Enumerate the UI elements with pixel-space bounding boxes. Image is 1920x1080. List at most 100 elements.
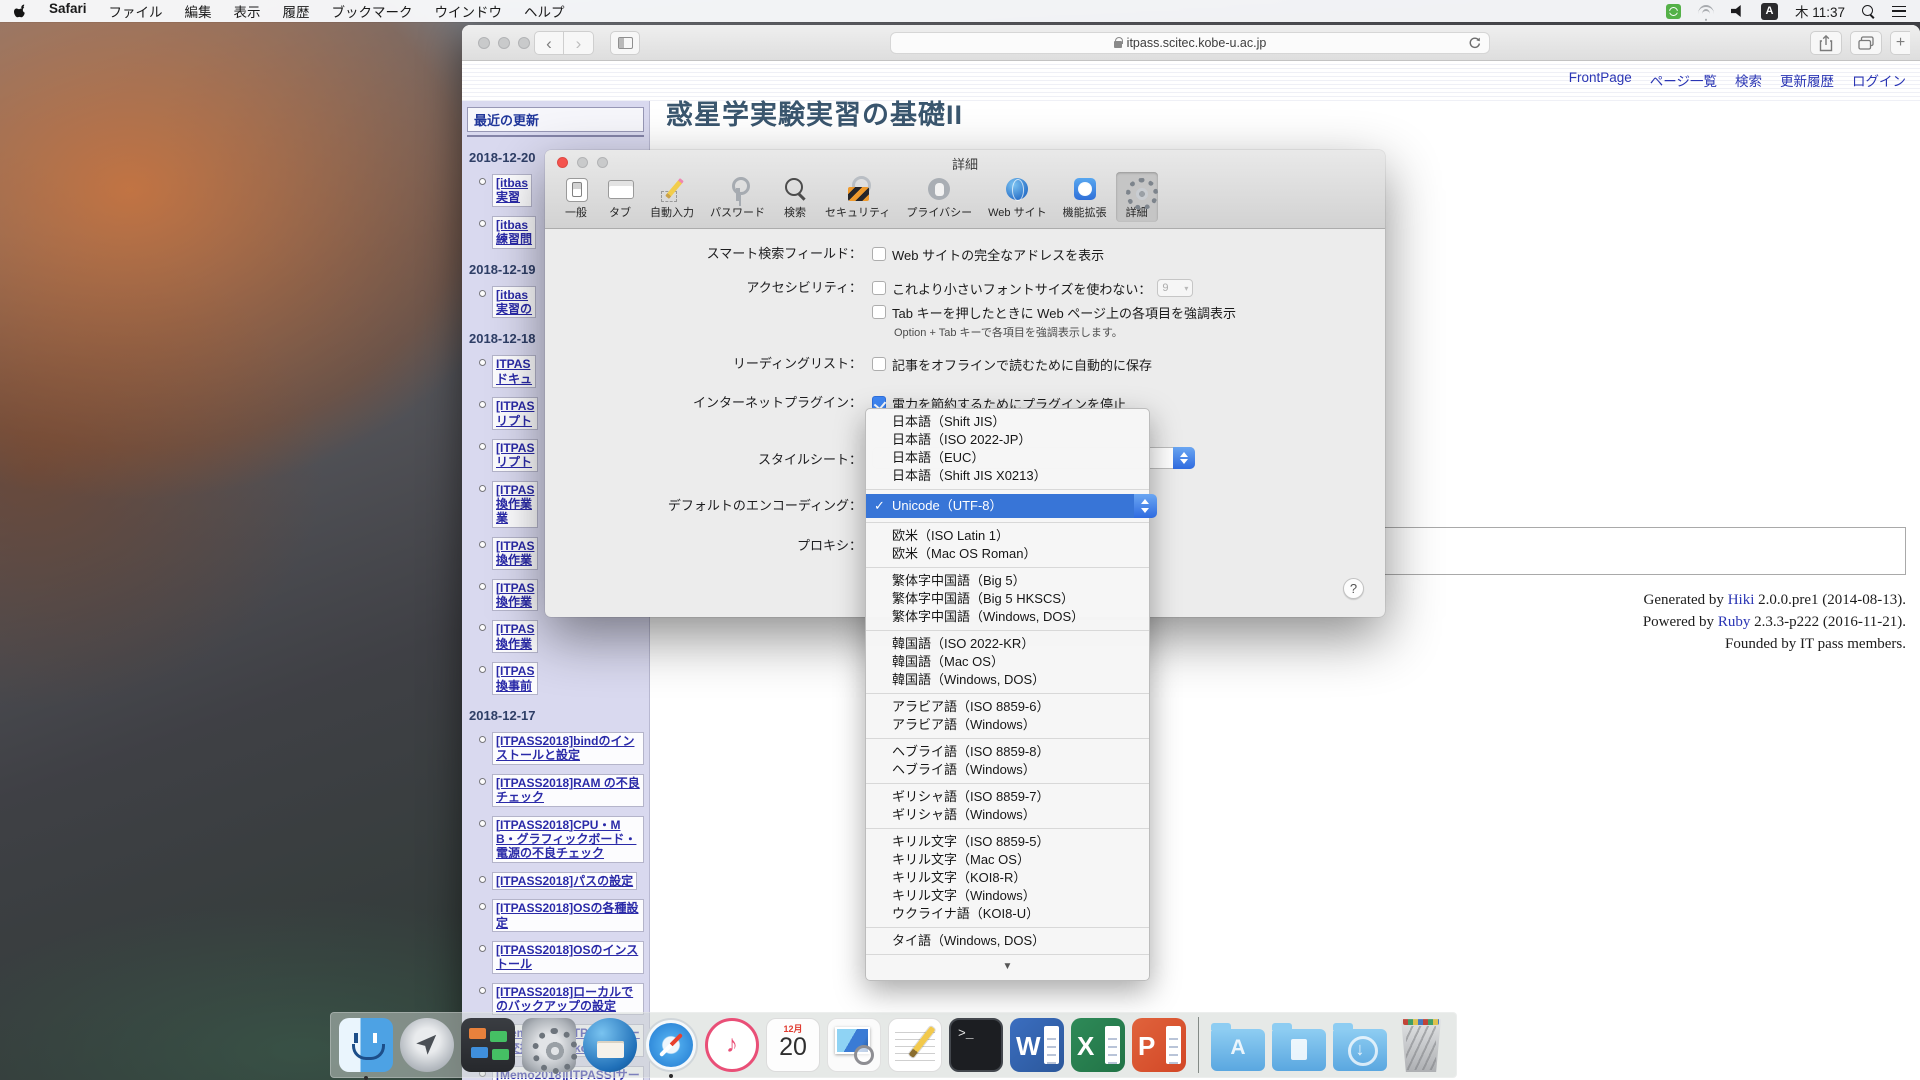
- dock-item[interactable]: [461, 1018, 515, 1072]
- dock-item[interactable]: [827, 1018, 881, 1072]
- dock-item[interactable]: [1198, 1017, 1199, 1073]
- encoding-menu-item[interactable]: ギリシャ語（Windows）: [866, 806, 1149, 824]
- dock-item[interactable]: ↓: [1333, 1029, 1387, 1071]
- apple-menu-icon[interactable]: [14, 3, 28, 19]
- wiki-page-link[interactable]: [ITPASS2018]CPU・MB・グラフィックボード・電源の不良チェック: [492, 816, 644, 863]
- preferences-tab[interactable]: 自動入力: [643, 172, 701, 222]
- dock-item[interactable]: >_: [949, 1018, 1003, 1072]
- min-font-size-checkbox[interactable]: [872, 281, 886, 295]
- encoding-menu-item[interactable]: アラビア語（Windows）: [866, 716, 1149, 734]
- menu-item[interactable]: ファイル: [98, 1, 174, 21]
- encoding-menu-item[interactable]: ヘブライ語（ISO 8859-8）: [866, 743, 1149, 761]
- preferences-tab[interactable]: パスワード: [703, 172, 772, 222]
- encoding-menu-item[interactable]: [866, 927, 1149, 928]
- dock-item[interactable]: W: [1010, 1018, 1064, 1072]
- minimize-window-button[interactable]: [498, 37, 510, 49]
- tab-overview-button[interactable]: [1850, 31, 1882, 55]
- encoding-menu-item[interactable]: 繁体字中国語（Big 5 HKSCS）: [866, 590, 1149, 608]
- encoding-menu-item[interactable]: [866, 738, 1149, 739]
- wiki-page-link[interactable]: [ITPASS2018]OSの各種設定: [492, 899, 644, 932]
- encoding-menu-item[interactable]: 日本語（EUC）: [866, 449, 1149, 467]
- dock-item[interactable]: [1394, 1018, 1448, 1072]
- menu-item[interactable]: ヘルプ: [513, 1, 576, 21]
- encoding-menu-item[interactable]: [866, 783, 1149, 784]
- footer-link[interactable]: Hiki: [1728, 592, 1755, 608]
- encoding-menu-item[interactable]: ヘブライ語（Windows）: [866, 761, 1149, 779]
- preferences-tab[interactable]: プライバシー: [899, 172, 979, 222]
- wiki-page-link[interactable]: [ITPASS2018]OSのインストール: [492, 941, 644, 974]
- sidebar-toggle-button[interactable]: [610, 31, 640, 55]
- encoding-menu-item[interactable]: [866, 489, 1149, 490]
- encoding-menu-item[interactable]: 日本語（ISO 2022-JP）: [866, 431, 1149, 449]
- wiki-page-link[interactable]: [ITPAS 換作業: [492, 579, 538, 612]
- encoding-menu-item[interactable]: [866, 522, 1149, 523]
- reload-icon[interactable]: [1468, 37, 1481, 53]
- encoding-menu-item[interactable]: キリル文字（KOI8-R）: [866, 869, 1149, 887]
- dock-item[interactable]: P: [1132, 1018, 1186, 1072]
- dock-item[interactable]: [644, 1018, 698, 1072]
- encoding-menu-item[interactable]: ✓ Unicode（UTF-8）: [866, 494, 1149, 518]
- encoding-menu-item[interactable]: タイ語（Windows, DOS）: [866, 932, 1149, 950]
- dock-item[interactable]: [583, 1018, 637, 1072]
- wiki-page-link[interactable]: [itbas 練習問: [492, 216, 536, 249]
- preferences-tab[interactable]: タブ: [599, 172, 641, 222]
- dock-item[interactable]: 12月 20: [766, 1018, 820, 1072]
- volume-icon[interactable]: [1731, 5, 1744, 17]
- encoding-menu-item[interactable]: [866, 567, 1149, 568]
- encoding-menu-item[interactable]: 韓国語（Mac OS）: [866, 653, 1149, 671]
- preferences-tab[interactable]: 検索: [774, 172, 816, 222]
- preferences-tab[interactable]: 一般: [555, 172, 597, 222]
- preferences-tab[interactable]: Web サイト: [981, 172, 1053, 222]
- back-button[interactable]: ‹: [534, 31, 564, 55]
- dock-item[interactable]: [400, 1018, 454, 1072]
- address-bar[interactable]: itpass.scitec.kobe-u.ac.jp: [890, 32, 1490, 54]
- dock-item[interactable]: [522, 1018, 576, 1072]
- dock-item[interactable]: X: [1071, 1018, 1125, 1072]
- antivirus-status-icon[interactable]: [1666, 4, 1681, 19]
- encoding-menu-item[interactable]: キリル文字（ISO 8859-5）: [866, 833, 1149, 851]
- forward-button[interactable]: ›: [564, 31, 594, 55]
- input-source-icon[interactable]: A: [1761, 3, 1778, 20]
- wiki-page-link[interactable]: [ITPASS2018]パスの設定: [492, 872, 637, 890]
- preferences-tab[interactable]: 詳細: [1116, 172, 1158, 222]
- menu-item[interactable]: 表示: [223, 1, 272, 21]
- encoding-menu-item[interactable]: [866, 954, 1149, 955]
- wiki-page-link[interactable]: [ITPAS リプト: [492, 439, 538, 472]
- zoom-window-button[interactable]: [518, 37, 530, 49]
- notification-center-icon[interactable]: [1892, 6, 1906, 17]
- spotlight-icon[interactable]: [1862, 5, 1875, 18]
- close-window-button[interactable]: [478, 37, 490, 49]
- preferences-tab[interactable]: セキュリティ: [818, 172, 897, 222]
- encoding-menu-item[interactable]: 韓国語（ISO 2022-KR）: [866, 635, 1149, 653]
- wiki-page-link[interactable]: [ITPASS2018]bindのインストールと設定: [492, 732, 644, 765]
- encoding-menu-item[interactable]: キリル文字（Mac OS）: [866, 851, 1149, 869]
- encoding-menu-item[interactable]: ギリシャ語（ISO 8859-7）: [866, 788, 1149, 806]
- encoding-menu-item[interactable]: 日本語（Shift JIS）: [866, 413, 1149, 431]
- encoding-menu-item[interactable]: [866, 828, 1149, 829]
- wiki-page-link[interactable]: [ITPAS 換作業 業: [492, 481, 538, 528]
- encoding-menu-item[interactable]: キリル文字（Windows）: [866, 887, 1149, 905]
- show-full-address-checkbox[interactable]: [872, 247, 886, 261]
- wiki-page-link[interactable]: [ITPAS 換作業: [492, 620, 538, 653]
- help-button[interactable]: ?: [1343, 578, 1364, 599]
- encoding-menu-item[interactable]: 欧米（ISO Latin 1）: [866, 527, 1149, 545]
- reading-list-offline-checkbox[interactable]: [872, 357, 886, 371]
- dock-item[interactable]: A: [1211, 1029, 1265, 1071]
- wiki-nav-link[interactable]: FrontPage: [1569, 70, 1632, 90]
- new-tab-button[interactable]: +: [1890, 31, 1910, 55]
- wiki-page-link[interactable]: [ITPASS2018]ローカルでのバックアップの設定: [492, 983, 644, 1016]
- encoding-menu-item[interactable]: ウクライナ語（KOI8-U）: [866, 905, 1149, 923]
- menu-item[interactable]: ウインドウ: [424, 1, 514, 21]
- menu-item[interactable]: ブックマーク: [321, 1, 424, 21]
- wiki-page-link[interactable]: [ITPASS2018]RAM の不良チェック: [492, 774, 644, 807]
- wiki-page-link[interactable]: [itbas 実習の: [492, 286, 536, 319]
- wiki-page-link[interactable]: [ITPAS 換作業: [492, 537, 538, 570]
- menu-item[interactable]: 編集: [174, 1, 223, 21]
- encoding-menu-item[interactable]: 韓国語（Windows, DOS）: [866, 671, 1149, 689]
- preferences-tab[interactable]: 機能拡張: [1056, 172, 1114, 222]
- encoding-menu-item[interactable]: 欧米（Mac OS Roman）: [866, 545, 1149, 563]
- wifi-off-icon[interactable]: [1698, 5, 1714, 17]
- dock-item[interactable]: [339, 1018, 393, 1072]
- wiki-nav-link[interactable]: ログイン: [1852, 70, 1906, 90]
- encoding-menu-item[interactable]: ▼: [866, 959, 1149, 975]
